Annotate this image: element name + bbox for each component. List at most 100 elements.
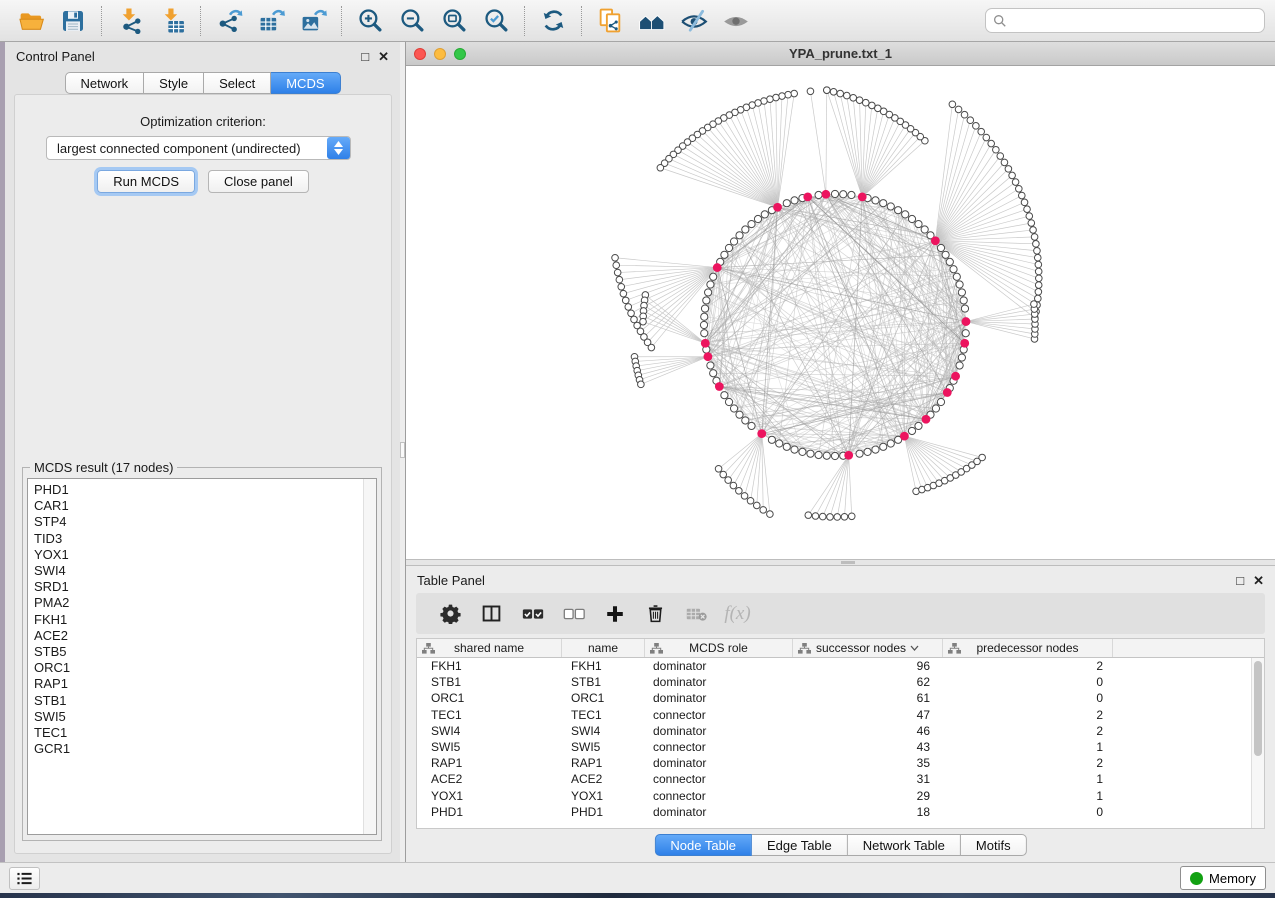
zoom-fit-button[interactable] [433,4,475,38]
list-item[interactable]: ORC1 [34,660,363,676]
toolbar-separator [581,6,582,36]
column-header-name[interactable]: name [562,639,645,657]
network-canvas[interactable] [406,66,1275,560]
run-mcds-button[interactable]: Run MCDS [97,170,195,193]
list-item[interactable]: RAP1 [34,676,363,692]
table-options-button[interactable] [432,597,469,631]
list-icon [16,871,33,886]
tab-network[interactable]: Network [64,72,144,94]
import-network-button[interactable] [109,4,151,38]
table-cell: 1 [943,740,1113,754]
table-row[interactable]: STB1STB1dominator620 [417,674,1251,690]
result-list-scrollbar[interactable] [363,479,376,834]
column-header-predecessor-nodes[interactable]: predecessor nodes [943,639,1113,657]
list-item[interactable]: STB5 [34,644,363,660]
table-cell: 43 [793,740,943,754]
table-cell: SWI5 [417,740,562,754]
list-item[interactable]: ACE2 [34,628,363,644]
close-panel-icon[interactable]: ✕ [1253,574,1264,587]
node-table: shared name name MCDS role successor nod… [416,638,1265,829]
add-column-button[interactable] [596,597,633,631]
list-item[interactable]: STP4 [34,514,363,530]
save-session-button[interactable] [52,4,94,38]
close-panel-icon[interactable]: ✕ [378,50,389,63]
list-item[interactable]: PHD1 [34,482,363,498]
table-row[interactable]: SWI5SWI5connector431 [417,739,1251,755]
zoom-selected-button[interactable] [475,4,517,38]
table-panel-title: Table Panel [417,573,1236,588]
export-network-button[interactable] [208,4,250,38]
open-session-button[interactable] [10,4,52,38]
table-row[interactable]: FKH1FKH1dominator962 [417,658,1251,674]
column-header-shared-name[interactable]: shared name [417,639,562,657]
list-item[interactable]: TEC1 [34,725,363,741]
list-item[interactable]: YOX1 [34,547,363,563]
list-item[interactable]: FKH1 [34,612,363,628]
select-all-button[interactable] [514,597,551,631]
table-row[interactable]: SWI4SWI4dominator462 [417,723,1251,739]
list-item[interactable]: TID3 [34,531,363,547]
list-item[interactable]: STB1 [34,693,363,709]
table-cell: 46 [793,724,943,738]
list-item[interactable]: GCR1 [34,741,363,757]
table-cell: connector [645,789,793,803]
list-item[interactable]: SRD1 [34,579,363,595]
float-panel-icon[interactable]: □ [361,50,369,63]
mcds-result-list[interactable]: PHD1CAR1STP4TID3YOX1SWI4SRD1PMA2FKH1ACE2… [27,478,377,835]
search-box[interactable] [985,8,1265,33]
task-history-button[interactable] [9,867,40,890]
tab-node-table[interactable]: Node Table [654,834,752,856]
show-all-button[interactable] [715,4,757,38]
zoom-in-button[interactable] [349,4,391,38]
close-panel-button[interactable]: Close panel [208,170,309,193]
attribute-icon [948,643,961,654]
list-item[interactable]: CAR1 [34,498,363,514]
table-cell: 29 [793,789,943,803]
tab-mcds[interactable]: MCDS [271,72,340,94]
export-table-button[interactable] [250,4,292,38]
table-row[interactable]: PHD1PHD1dominator180 [417,804,1251,820]
table-row[interactable]: YOX1YOX1connector291 [417,788,1251,804]
list-item[interactable]: SWI4 [34,563,363,579]
memory-button[interactable]: Memory [1180,866,1266,890]
optimization-criterion-dropdown[interactable]: largest connected component (undirected) [46,136,351,160]
tab-select[interactable]: Select [204,72,271,94]
tab-edge-table[interactable]: Edge Table [752,834,848,856]
new-network-from-selection-button[interactable] [589,4,631,38]
column-header-mcds-role[interactable]: MCDS role [645,639,793,657]
list-item[interactable]: SWI5 [34,709,363,725]
split-grip[interactable] [400,442,405,458]
table-cell: 47 [793,708,943,722]
apply-layout-button[interactable] [532,4,574,38]
sort-descending-icon [910,645,919,651]
show-columns-button[interactable] [473,597,510,631]
deselect-all-button[interactable] [555,597,592,631]
table-row[interactable]: RAP1RAP1dominator352 [417,755,1251,771]
table-scrollbar[interactable] [1251,658,1264,828]
network-window-titlebar[interactable]: YPA_prune.txt_1 [406,42,1275,66]
table-cell: 96 [793,659,943,673]
delete-column-button[interactable] [637,597,674,631]
horizontal-split-divider[interactable] [406,559,1275,566]
export-image-button[interactable] [292,4,334,38]
search-input[interactable] [1012,13,1257,28]
table-row[interactable]: TEC1TEC1connector472 [417,707,1251,723]
new-network-from-selection-icon [597,7,624,34]
tab-motifs[interactable]: Motifs [961,834,1027,856]
table-row[interactable]: ACE2ACE2connector311 [417,771,1251,787]
first-neighbors-button[interactable] [631,4,673,38]
hide-selected-button[interactable] [673,4,715,38]
tab-network-table[interactable]: Network Table [848,834,961,856]
float-panel-icon[interactable]: □ [1236,574,1244,587]
columns-icon [481,603,502,624]
zoom-out-button[interactable] [391,4,433,38]
list-item[interactable]: PMA2 [34,595,363,611]
import-table-button[interactable] [151,4,193,38]
table-cell: connector [645,740,793,754]
function-builder-button-disabled: f(x) [719,597,756,631]
column-header-successor-nodes[interactable]: successor nodes [793,639,943,657]
table-row[interactable]: ORC1ORC1dominator610 [417,690,1251,706]
scrollbar-thumb[interactable] [1254,661,1262,756]
split-grip[interactable] [841,561,855,564]
tab-style[interactable]: Style [144,72,204,94]
